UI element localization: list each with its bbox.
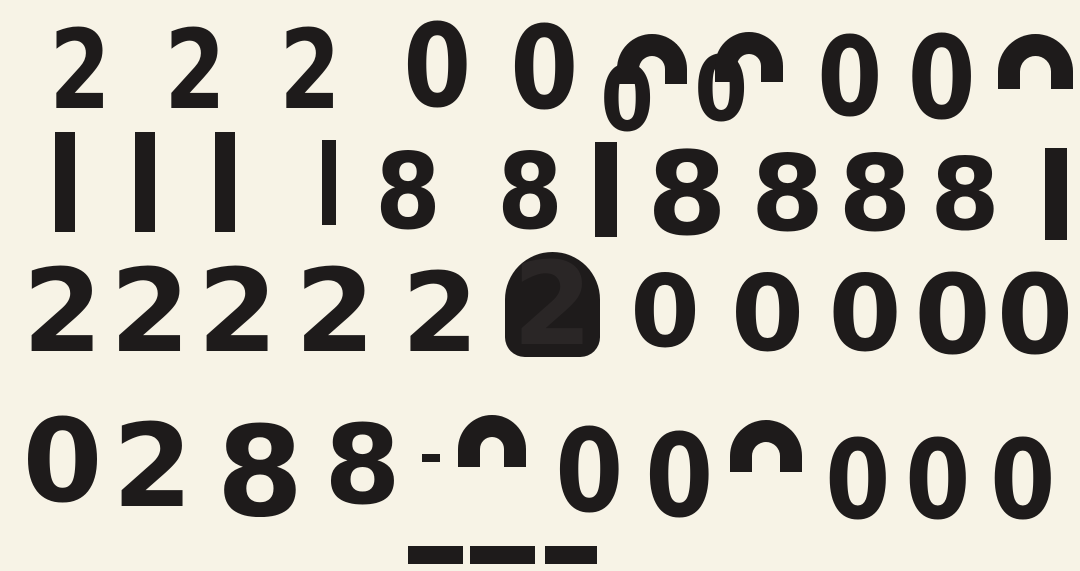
digit-two: 2 — [109, 245, 191, 379]
digit-zero: 0 — [907, 12, 976, 146]
digit-zero: 0 — [22, 395, 103, 529]
digit-two: 2 — [401, 249, 479, 377]
ink-sample-sheet: 2 2 2 0 0 0 0 0 0 8 8 8 8 8 8 2 2 2 2 2 … — [0, 0, 1080, 571]
digit-zero: 0 — [555, 405, 624, 539]
digit-eight: 8 — [646, 128, 728, 262]
digit-zero: 0 — [905, 416, 971, 544]
digit-two: 2 — [279, 6, 341, 134]
digit-zero: 0 — [630, 253, 700, 370]
digit-zero: 0 — [730, 253, 805, 375]
digit-two: 2 — [164, 6, 226, 134]
digit-one-bar — [215, 132, 235, 232]
digit-zero: 0 — [828, 253, 902, 375]
ink-dash — [422, 454, 440, 462]
digit-one-bar — [595, 142, 617, 237]
digit-one-bar — [322, 140, 336, 225]
stencil-arch-shape — [458, 415, 526, 467]
stencil-arch-shape — [617, 34, 687, 84]
digit-eight: 8 — [375, 131, 441, 253]
digit-zero: 0 — [825, 416, 891, 544]
digit-two: 2 — [22, 245, 103, 379]
digit-zero: 0 — [990, 416, 1056, 544]
stencil-arch-shape — [730, 420, 802, 472]
digit-eight: 8 — [750, 133, 825, 255]
digit-zero: 0 — [645, 410, 714, 544]
digit-two: 2 — [112, 400, 193, 534]
digit-eight: 8 — [497, 131, 563, 253]
digit-eight: 8 — [838, 133, 912, 255]
digit-two: 2 — [197, 245, 278, 379]
stencil-arch-shape — [998, 34, 1073, 89]
digit-zero: 0 — [510, 2, 579, 136]
digit-one-bar — [55, 132, 75, 232]
digit-zero: 0 — [403, 0, 472, 134]
ink-dash — [408, 546, 463, 564]
digit-two: 2 — [49, 6, 111, 134]
digit-zero: 0 — [996, 251, 1074, 379]
digit-two: 2 — [512, 238, 593, 372]
ink-dash — [545, 546, 597, 564]
digit-eight: 8 — [324, 401, 401, 529]
digit-one-bar — [1045, 148, 1067, 240]
digit-one-bar — [135, 132, 155, 232]
ink-dash — [470, 546, 535, 564]
digit-eight: 8 — [930, 136, 1000, 253]
digit-zero: 0 — [914, 251, 991, 379]
digit-two: 2 — [294, 245, 376, 379]
digit-zero: 0 — [817, 13, 883, 141]
digit-eight: 8 — [216, 400, 304, 545]
